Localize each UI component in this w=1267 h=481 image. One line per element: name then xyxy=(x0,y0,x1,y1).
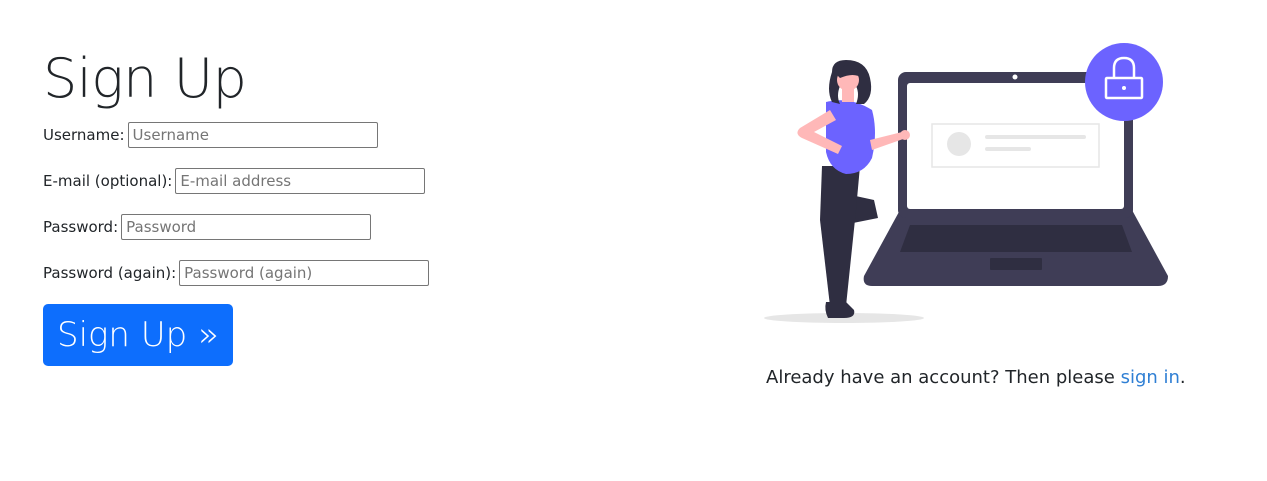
lock-badge xyxy=(1085,43,1163,121)
password-label: Password: xyxy=(43,218,119,236)
email-label: E-mail (optional): xyxy=(43,172,173,190)
password-again-label: Password (again): xyxy=(43,264,177,282)
signin-suffix: . xyxy=(1179,367,1186,388)
person-with-laptop-illustration xyxy=(764,43,1168,323)
password-again-input[interactable] xyxy=(179,260,430,286)
signin-prompt: Already have an account? Then please sig… xyxy=(766,367,1186,388)
signup-form: Username: E-mail (optional): Password: P… xyxy=(43,120,603,366)
signin-prefix: Already have an account? Then please xyxy=(766,367,1121,388)
screen-card-line-2 xyxy=(985,147,1031,151)
password-row: Password: xyxy=(43,212,603,242)
sign-up-button[interactable]: Sign Up » xyxy=(43,304,233,366)
laptop-trackpad xyxy=(990,258,1042,270)
screen-card-avatar xyxy=(947,132,971,156)
lock-keyhole xyxy=(1122,86,1126,90)
sign-in-link[interactable]: sign in xyxy=(1121,367,1180,388)
username-label: Username: xyxy=(43,126,125,144)
username-row: Username: xyxy=(43,120,603,150)
password-input[interactable] xyxy=(121,214,372,240)
screen-card-line-1 xyxy=(985,135,1086,139)
page-title: Sign Up xyxy=(43,47,247,110)
email-input[interactable] xyxy=(175,168,426,194)
signup-page: Sign Up Username: E-mail (optional): Pas… xyxy=(0,0,1267,481)
username-input[interactable] xyxy=(127,122,378,148)
signup-form-column: Sign Up Username: E-mail (optional): Pas… xyxy=(43,44,603,366)
email-row: E-mail (optional): xyxy=(43,166,603,196)
laptop-keyboard xyxy=(900,225,1132,252)
laptop-camera xyxy=(1012,74,1018,80)
password-again-row: Password (again): xyxy=(43,258,603,288)
